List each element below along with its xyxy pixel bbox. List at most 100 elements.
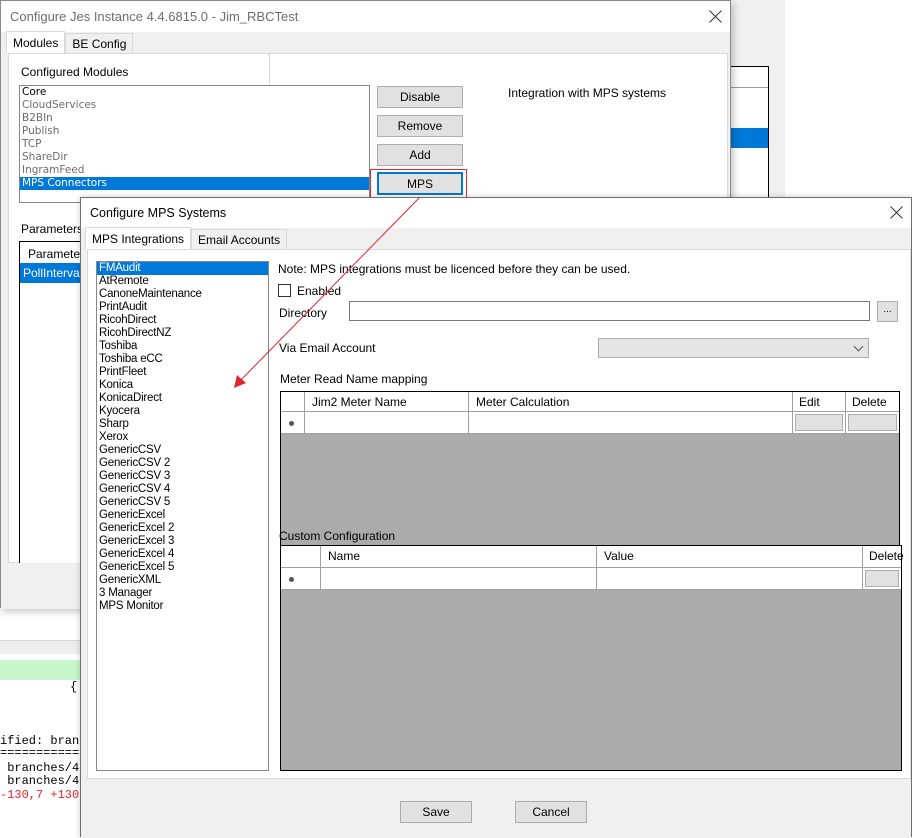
directory-input[interactable]	[349, 301, 870, 321]
background-grid-selected-row	[730, 128, 768, 148]
column-jim2-meter-name[interactable]: Jim2 Meter Name	[305, 392, 469, 411]
cancel-button[interactable]: Cancel	[515, 801, 587, 823]
code-line: -130,7 +130,	[0, 788, 82, 802]
integration-list-item[interactable]: GenericExcel 3	[97, 535, 268, 548]
code-added-band	[0, 660, 82, 680]
integration-list-item[interactable]: GenericExcel 2	[97, 522, 268, 535]
code-line: branches/4.	[0, 774, 82, 788]
meter-grid-header: Jim2 Meter Name Meter Calculation Edit D…	[281, 392, 899, 412]
module-list-item[interactable]: Publish	[20, 125, 369, 138]
chevron-down-icon	[853, 341, 864, 352]
integration-list-item[interactable]: AtRemote	[97, 275, 268, 288]
integration-list-item[interactable]: GenericCSV 3	[97, 470, 268, 483]
custom-config-label: Custom Configuration	[279, 529, 396, 543]
integration-list-item[interactable]: GenericExcel 5	[97, 561, 268, 574]
tab-modules[interactable]: Modules	[6, 31, 66, 53]
code-line: ============	[0, 746, 82, 760]
cell-meter-calculation[interactable]	[469, 412, 793, 433]
background-code-diff: { ified: branc ============ branches/4. …	[0, 640, 82, 837]
column-meter-calculation[interactable]: Meter Calculation	[469, 392, 793, 411]
module-list-item[interactable]: B2BIn	[20, 112, 369, 125]
integration-list-item[interactable]: GenericExcel	[97, 509, 268, 522]
tab-email-accounts[interactable]: Email Accounts	[191, 229, 288, 249]
jes-titlebar: Configure Jes Instance 4.4.6815.0 - Jim_…	[1, 1, 730, 32]
integration-list-item[interactable]: RicohDirect	[97, 314, 268, 327]
mps-integrations-list[interactable]: FMAudit AtRemote CanoneMaintenance PrintAud…	[96, 261, 269, 771]
integration-list-item[interactable]: FMAudit	[97, 262, 268, 275]
integration-list-item[interactable]: Kyocera	[97, 405, 268, 418]
configured-modules-label: Configured Modules	[21, 65, 129, 79]
module-description: Integration with MPS systems	[508, 86, 667, 100]
delete-row-button[interactable]	[865, 570, 899, 587]
add-button[interactable]: Add	[377, 144, 463, 166]
mps-button-bar: Save Cancel	[81, 780, 911, 838]
integration-list-item[interactable]: GenericCSV 4	[97, 483, 268, 496]
close-icon[interactable]	[708, 9, 724, 25]
via-email-dropdown[interactable]	[598, 338, 869, 358]
integration-list-item[interactable]: 3 Manager	[97, 587, 268, 600]
integration-list-item[interactable]: Konica	[97, 379, 268, 392]
integration-list-item[interactable]: Xerox	[97, 431, 268, 444]
mps-dialog-title: Configure MPS Systems	[90, 206, 227, 220]
jes-window-title: Configure Jes Instance 4.4.6815.0 - Jim_…	[10, 9, 299, 24]
module-list-item[interactable]: CloudServices	[20, 99, 369, 112]
tab-be-config[interactable]: BE Config	[65, 33, 134, 53]
edit-row-button[interactable]	[795, 414, 843, 431]
row-header-column	[281, 546, 321, 567]
parameters-grid[interactable]: Parameter PollInterval	[19, 241, 89, 581]
integration-list-item[interactable]: Toshiba eCC	[97, 353, 268, 366]
parameters-grid-row[interactable]: PollInterval	[20, 263, 88, 283]
custom-config-grid[interactable]: Name Value Delete	[280, 545, 904, 771]
cell-value[interactable]	[597, 568, 863, 589]
annotation-highlight-box	[370, 169, 467, 198]
background-grid	[730, 66, 769, 200]
remove-button[interactable]: Remove	[377, 115, 463, 137]
new-row-icon	[289, 577, 294, 582]
column-edit[interactable]: Edit	[793, 392, 846, 411]
delete-row-button[interactable]	[848, 414, 897, 431]
integration-list-item[interactable]: GenericXML	[97, 574, 268, 587]
module-list-item[interactable]: ShareDir	[20, 151, 369, 164]
meter-mapping-label: Meter Read Name mapping	[280, 372, 428, 386]
integration-list-item[interactable]: PrintAudit	[97, 301, 268, 314]
column-delete[interactable]: Delete	[846, 392, 899, 411]
column-value[interactable]: Value	[597, 546, 863, 567]
close-icon[interactable]	[889, 205, 905, 221]
modules-list[interactable]: Core CloudServices B2BIn Publish TCP ShareDir…	[19, 85, 370, 203]
enabled-label: Enabled	[297, 284, 342, 298]
module-list-item[interactable]: TCP	[20, 138, 369, 151]
integration-list-item[interactable]: GenericCSV 5	[97, 496, 268, 509]
integration-list-item[interactable]: GenericCSV 2	[97, 457, 268, 470]
column-delete[interactable]: Delete	[863, 546, 904, 567]
integration-list-item[interactable]: CanoneMaintenance	[97, 288, 268, 301]
integration-list-item[interactable]: KonicaDirect	[97, 392, 268, 405]
save-button[interactable]: Save	[400, 801, 472, 823]
disable-button[interactable]: Disable	[377, 86, 463, 108]
integration-list-item[interactable]: MPS Monitor	[97, 600, 268, 613]
module-list-item[interactable]: IngramFeed	[20, 164, 369, 177]
integration-list-item[interactable]: GenericExcel 4	[97, 548, 268, 561]
custom-grid-new-row[interactable]	[281, 568, 901, 590]
row-header	[281, 568, 321, 589]
integration-list-item[interactable]: Toshiba	[97, 340, 268, 353]
new-row-icon	[289, 421, 294, 426]
cell-name[interactable]	[321, 568, 597, 589]
mps-tabs: MPS Integrations Email Accounts	[85, 227, 288, 249]
integration-list-item[interactable]: Sharp	[97, 418, 268, 431]
integration-list-item[interactable]: GenericCSV	[97, 444, 268, 457]
module-list-item[interactable]: Core	[20, 86, 369, 99]
code-line: branches/4.	[0, 761, 82, 775]
column-name[interactable]: Name	[321, 546, 597, 567]
cell-jim2-meter-name[interactable]	[305, 412, 469, 433]
integration-list-item[interactable]: PrintFleet	[97, 366, 268, 379]
via-email-label: Via Email Account	[279, 341, 376, 355]
integration-list-item[interactable]: RicohDirectNZ	[97, 327, 268, 340]
parameters-grid-header: Parameter	[20, 242, 88, 264]
module-list-item[interactable]: MPS Connectors	[20, 177, 369, 190]
code-toolbar	[0, 640, 82, 654]
tab-mps-integrations[interactable]: MPS Integrations	[85, 227, 192, 249]
jes-tabs: Modules BE Config	[6, 31, 134, 53]
browse-directory-button[interactable]: ...	[877, 301, 898, 322]
meter-grid-new-row[interactable]	[281, 412, 899, 434]
enabled-checkbox[interactable]	[278, 284, 291, 297]
